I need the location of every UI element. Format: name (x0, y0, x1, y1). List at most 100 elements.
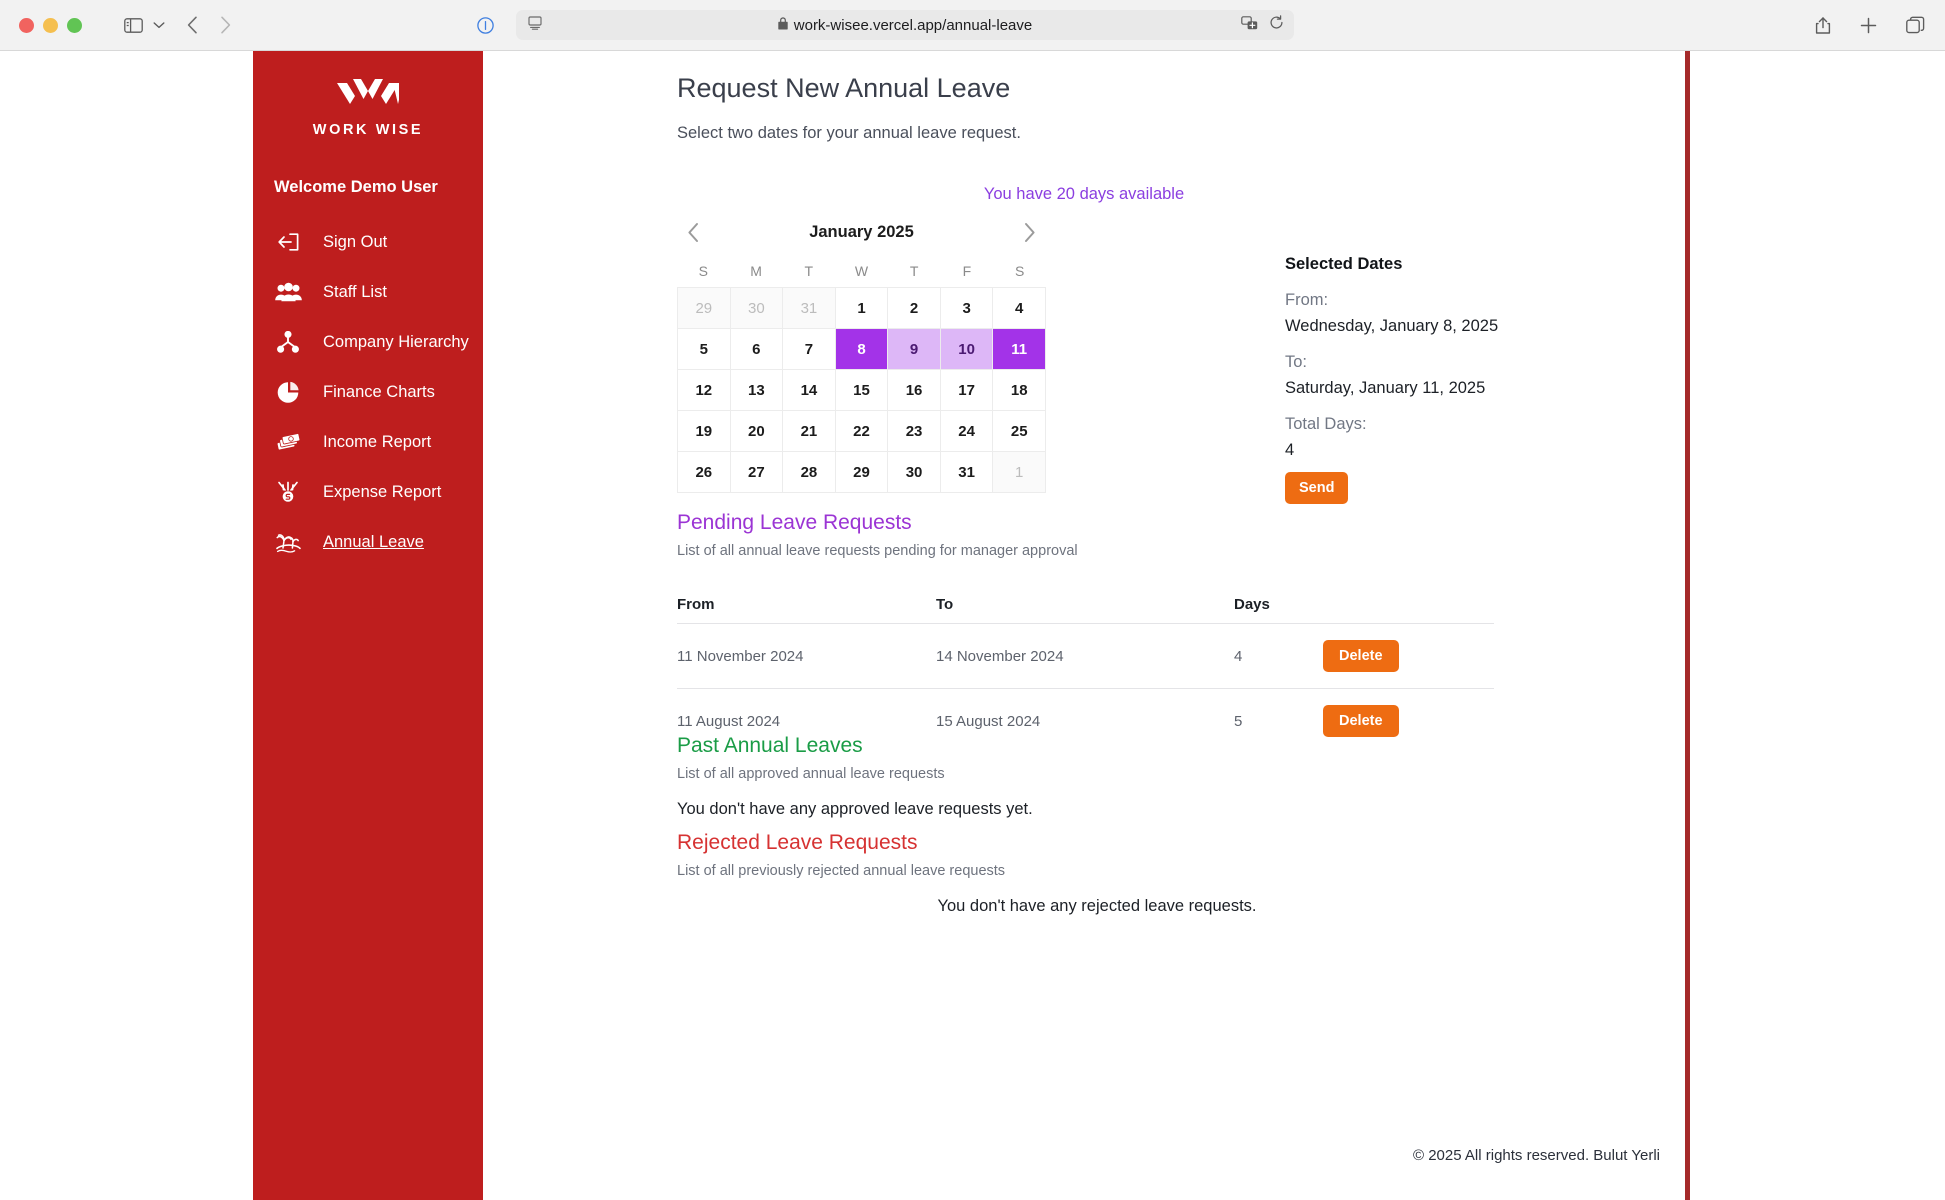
maximize-window-button[interactable] (67, 17, 82, 33)
forward-button[interactable] (220, 16, 231, 34)
sidebar-item-label: Staff List (323, 282, 387, 301)
sidebar-item-label: Finance Charts (323, 382, 435, 401)
sidebar-item-finance-charts[interactable]: Finance Charts (253, 367, 483, 417)
calendar-day-cell[interactable]: 14 (783, 370, 836, 411)
calendar-day-cell[interactable]: 26 (678, 452, 731, 493)
calendar-day-cell[interactable]: 23 (888, 411, 941, 452)
sidebar-item-label: Company Hierarchy (323, 332, 469, 351)
pending-requests-table: From To Days 11 November 2024 14 November 20… (677, 585, 1494, 753)
calendar-day-cell[interactable]: 24 (940, 411, 994, 452)
total-days-value: 4 (1285, 441, 1295, 459)
from-cell: 11 August 2024 (677, 712, 781, 730)
sidebar-item-expense-report[interactable]: Expense Report (253, 467, 483, 517)
main-content: Request New Annual Leave Select two date… (483, 51, 1690, 1200)
empty-state-message: You don't have any rejected leave reques… (937, 897, 1257, 915)
calendar-next-month-button[interactable] (1023, 222, 1036, 243)
calendar-day-cell[interactable]: 19 (678, 411, 731, 452)
welcome-message: Welcome Demo User (274, 178, 438, 196)
total-days-label: Total Days: (1285, 415, 1367, 433)
calendar-day-cell[interactable]: 18 (993, 370, 1046, 411)
section-title: Pending Leave Requests (677, 511, 912, 534)
from-label: From: (1285, 291, 1329, 309)
calendar-weekday-header: SMTWTFS (677, 254, 1046, 287)
translate-icon[interactable] (1241, 15, 1258, 35)
window-controls (19, 17, 82, 33)
calendar-weekday: T (909, 262, 919, 279)
tab-overview-icon[interactable] (1906, 16, 1925, 34)
chevron-down-icon[interactable] (153, 21, 165, 29)
from-value: Wednesday, January 8, 2025 (1285, 317, 1499, 335)
calendar-day-cell[interactable]: 27 (730, 452, 784, 493)
calendar-day-cell: 30 (730, 288, 784, 329)
to-cell: 15 August 2024 (936, 712, 1041, 730)
sidebar-item-annual-leave[interactable]: Annual Leave (253, 517, 483, 567)
calendar-day-cell[interactable]: 30 (888, 452, 941, 493)
days-cell: 5 (1234, 712, 1243, 730)
delete-button[interactable]: Delete (1323, 640, 1399, 672)
sidebar-nav: Sign Out Staff List Company Hierarchy Fi… (253, 217, 483, 567)
calendar-day-cell[interactable]: 28 (783, 452, 836, 493)
calendar-day-cell[interactable]: 5 (678, 329, 731, 370)
calendar-day-cell[interactable]: 17 (940, 370, 994, 411)
app-window: WORK WISE Welcome Demo User Sign Out Sta… (0, 51, 1945, 1200)
footer-copyright: © 2025 All rights reserved. Bulut Yerli (1412, 1147, 1660, 1164)
calendar-day-cell[interactable]: 25 (993, 411, 1046, 452)
to-label: To: (1285, 353, 1308, 371)
calendar-day-cell[interactable]: 7 (783, 329, 836, 370)
calendar-day-cell[interactable]: 6 (730, 329, 784, 370)
calendar-prev-month-button[interactable] (687, 222, 700, 243)
info-icon[interactable] (477, 16, 494, 34)
rejected-leaves-section: Rejected Leave Requests List of all prev… (677, 831, 1517, 916)
calendar-grid: 29 30 31 1 2 3 4 5 6 7 8 9 10 11 12 13 14 15 16 17 18 19 20 21 2… (677, 287, 1046, 493)
new-tab-icon[interactable] (1860, 17, 1877, 34)
calendar-day-cell[interactable]: 22 (835, 411, 889, 452)
delete-button[interactable]: Delete (1323, 705, 1399, 737)
calendar-day-cell[interactable]: 31 (940, 452, 994, 493)
people-group-icon (274, 278, 302, 306)
close-window-button[interactable] (19, 17, 34, 33)
share-icon[interactable] (1815, 15, 1831, 35)
calendar-day-cell[interactable]: 1 (835, 288, 889, 329)
calendar-day-cell: 31 (783, 288, 836, 329)
section-title: Past Annual Leaves (677, 734, 863, 757)
calendar-day-cell[interactable]: 15 (835, 370, 889, 411)
calendar-day-cell[interactable]: 21 (783, 411, 836, 452)
section-description: List of all previously rejected annual l… (677, 863, 1006, 879)
calendar-day-cell[interactable]: 2 (888, 288, 941, 329)
sidebar-item-income-report[interactable]: Income Report (253, 417, 483, 467)
sidebar-item-staff-list[interactable]: Staff List (253, 267, 483, 317)
calendar-header: January 2025 (677, 210, 1046, 254)
back-button[interactable] (187, 16, 198, 34)
calendar-day-cell: 1 (993, 452, 1046, 493)
sidebar-item-label: Income Report (323, 432, 432, 451)
calendar-day-cell[interactable]: 9 (888, 329, 941, 370)
reload-icon[interactable] (1269, 15, 1284, 35)
calendar-weekday: S (1014, 262, 1025, 279)
calendar-weekday: F (962, 262, 972, 279)
calendar-day-cell[interactable]: 13 (730, 370, 784, 411)
calendar-day-cell[interactable]: 16 (888, 370, 941, 411)
calendar-day-cell[interactable]: 12 (678, 370, 731, 411)
calendar-day-cell[interactable]: 11 (993, 329, 1046, 370)
sidebar-toggle-icon[interactable] (124, 17, 143, 33)
calendar-weekday: S (698, 262, 709, 279)
hierarchy-icon (274, 328, 302, 356)
send-button[interactable]: Send (1285, 472, 1349, 504)
calendar-day-cell[interactable]: 29 (835, 452, 889, 493)
brand-logo[interactable]: WORK WISE (253, 51, 483, 138)
days-available-label: You have 20 days available (983, 185, 1185, 203)
calendar-day-cell[interactable]: 8 (835, 329, 889, 370)
sidebar-item-sign-out[interactable]: Sign Out (253, 217, 483, 267)
calendar-day-cell[interactable]: 20 (730, 411, 784, 452)
pending-leave-section: Pending Leave Requests List of all annua… (677, 511, 1517, 753)
calendar-day-cell[interactable]: 10 (940, 329, 994, 370)
sidebar-item-company-hierarchy[interactable]: Company Hierarchy (253, 317, 483, 367)
calendar-day-cell[interactable]: 3 (940, 288, 994, 329)
calendar-day-cell[interactable]: 4 (993, 288, 1046, 329)
sidebar-item-label: Annual Leave (323, 532, 424, 551)
address-bar[interactable]: work-wisee.vercel.app/annual-leave (516, 10, 1294, 40)
section-description: List of all approved annual leave reques… (677, 766, 945, 782)
minimize-window-button[interactable] (43, 17, 58, 33)
browser-toolbar: work-wisee.vercel.app/annual-leave (0, 0, 1945, 51)
past-leaves-section: Past Annual Leaves List of all approved … (677, 734, 1517, 819)
